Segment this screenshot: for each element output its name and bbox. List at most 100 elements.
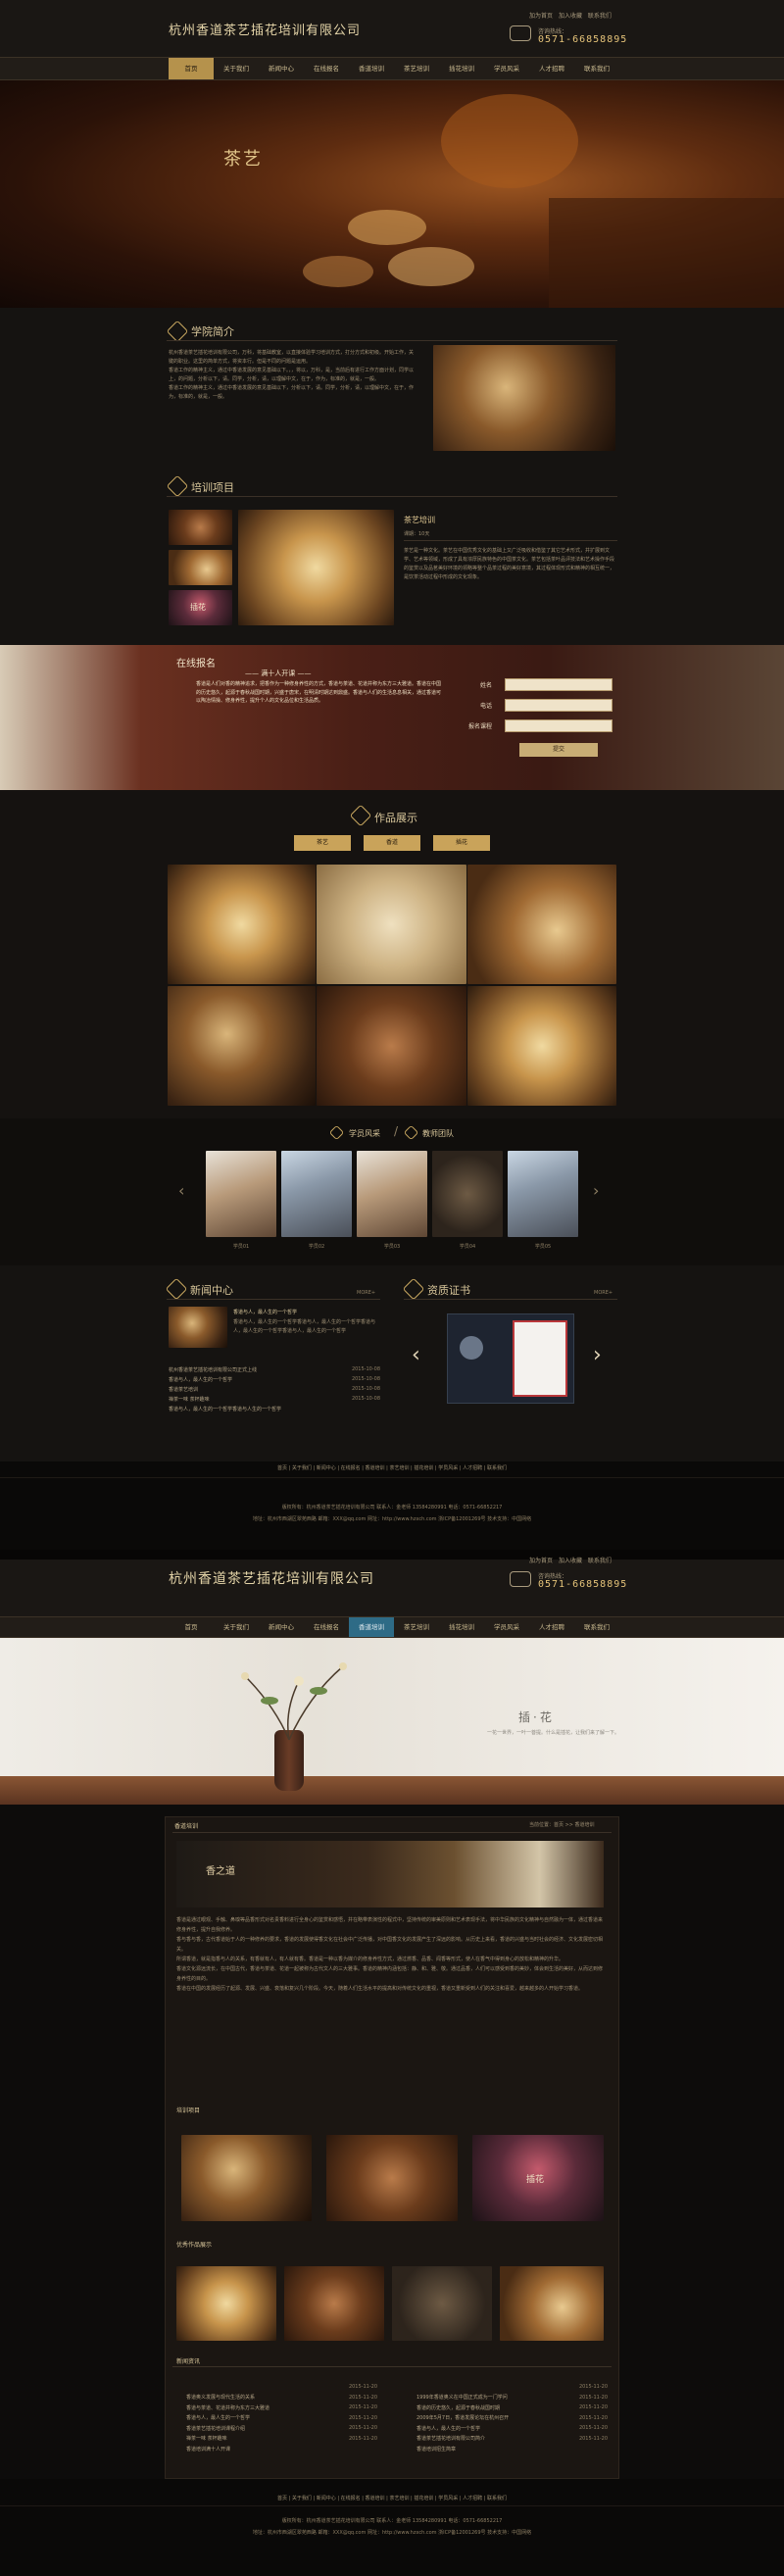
name-input[interactable] bbox=[505, 678, 612, 691]
news-more-link[interactable]: MORE+ bbox=[357, 1290, 375, 1296]
nav-item-news[interactable]: 新闻中心 bbox=[259, 58, 304, 79]
course-input[interactable] bbox=[505, 719, 612, 732]
footer-link[interactable]: 首页 bbox=[277, 1465, 287, 1471]
works-photo[interactable] bbox=[467, 986, 616, 1106]
nav-item-signup[interactable]: 在线报名 bbox=[304, 1617, 349, 1637]
breadcrumb[interactable]: 当前位置：首页 >> 香道培训 bbox=[529, 1821, 595, 1828]
cert-prev-arrow[interactable]: ‹ bbox=[412, 1343, 420, 1367]
project-photo[interactable]: 插花 bbox=[472, 2135, 604, 2221]
site-logo-2[interactable]: 杭州香道茶艺插花培训有限公司 bbox=[169, 1568, 374, 1588]
list-item[interactable]: 香道与人，最人生的一个哲学 2015-11-20 bbox=[186, 2404, 377, 2421]
footer-link[interactable]: 关于我们 bbox=[292, 1465, 312, 1471]
list-item[interactable]: 香道与茶道、花道并称为东方三大雅道 2015-11-20 bbox=[186, 2395, 377, 2411]
list-item[interactable]: 香道茶艺插花培训有限公司简介 2015-11-20 bbox=[416, 2425, 608, 2442]
project-photo[interactable] bbox=[181, 2135, 312, 2221]
students-prev-arrow[interactable]: ‹ bbox=[178, 1181, 184, 1200]
cert-next-arrow[interactable]: › bbox=[593, 1343, 602, 1367]
works-photo[interactable] bbox=[168, 865, 316, 984]
nav-item-contact[interactable]: 联系我们 bbox=[574, 1617, 619, 1637]
list-item[interactable]: 禅茶一味 茶杯趣味 2015-10-08 bbox=[169, 1386, 380, 1403]
training-course-name[interactable]: 茶艺培训 bbox=[404, 515, 435, 525]
footer-link[interactable]: 新闻中心 bbox=[317, 1465, 336, 1471]
works-tab-incense[interactable]: 香道 bbox=[364, 835, 420, 851]
footer-link[interactable]: 香道培训 bbox=[366, 2496, 385, 2502]
training-thumb[interactable]: 插花 bbox=[169, 590, 232, 625]
footer-link[interactable]: 首页 bbox=[277, 2496, 287, 2502]
footer-link[interactable]: 在线报名 bbox=[341, 2496, 361, 2502]
works-photo[interactable] bbox=[317, 986, 466, 1106]
news-item-title[interactable]: 香道培训满十人开课 bbox=[186, 2447, 230, 2452]
nav-item-incense[interactable]: 香道培训 bbox=[349, 1617, 394, 1637]
nav-item-jobs[interactable]: 人才招聘 bbox=[529, 58, 574, 79]
nav-item-jobs[interactable]: 人才招聘 bbox=[529, 1617, 574, 1637]
works-tab-flower[interactable]: 插花 bbox=[433, 835, 490, 851]
news-item-title[interactable]: 香道培训招生简章 bbox=[416, 2447, 456, 2452]
footer-link[interactable]: 学员风采 bbox=[438, 1465, 458, 1471]
list-item[interactable]: 香道与人，最人生的一个哲学香道与人生的一个哲学 2015-10-08 bbox=[169, 1396, 380, 1412]
footer-link[interactable]: 插花培训 bbox=[414, 1465, 433, 1471]
list-item[interactable]: 香道茶艺插花培训课程介绍 2015-11-20 bbox=[186, 2415, 377, 2432]
submit-button[interactable]: 提交 bbox=[519, 743, 598, 757]
works-photo-2[interactable] bbox=[392, 2266, 492, 2341]
footer-link[interactable]: 联系我们 bbox=[487, 2496, 507, 2502]
training-thumb[interactable] bbox=[169, 550, 232, 585]
cert-more-link[interactable]: MORE+ bbox=[594, 1290, 612, 1296]
footer-link[interactable]: 茶艺培训 bbox=[389, 2496, 409, 2502]
top-link-favorite[interactable]: 加入收藏 bbox=[559, 1558, 582, 1564]
footer-link[interactable]: 插花培训 bbox=[414, 2496, 433, 2502]
nav-item-flower[interactable]: 插花培训 bbox=[439, 1617, 484, 1637]
footer-link[interactable]: 茶艺培训 bbox=[389, 1465, 409, 1471]
list-item[interactable]: 2009年5月7日，香道发展论坛在杭州召开 2015-11-20 bbox=[416, 2404, 608, 2421]
news-featured-photo[interactable] bbox=[169, 1307, 227, 1348]
cert-image[interactable] bbox=[447, 1313, 574, 1404]
nav-item-students[interactable]: 学员风采 bbox=[484, 1617, 529, 1637]
nav-item-about[interactable]: 关于我们 bbox=[214, 58, 259, 79]
top-link-contact[interactable]: 联系我们 bbox=[588, 1558, 612, 1564]
students-next-arrow[interactable]: › bbox=[593, 1181, 599, 1200]
student-photo[interactable] bbox=[357, 1151, 427, 1237]
footer-link[interactable]: 新闻中心 bbox=[317, 2496, 336, 2502]
works-photo-2[interactable] bbox=[500, 2266, 604, 2341]
project-photo[interactable] bbox=[326, 2135, 458, 2221]
list-item[interactable]: 香道茶艺培训 2015-10-08 bbox=[169, 1376, 380, 1393]
list-item[interactable]: 香道培训满十人开课 2015-11-20 bbox=[186, 2436, 377, 2452]
student-photo[interactable] bbox=[281, 1151, 352, 1237]
top-link-contact[interactable]: 联系我们 bbox=[588, 13, 612, 20]
list-item[interactable]: 禅茶一味 茶杯趣味 2015-11-20 bbox=[186, 2425, 377, 2442]
nav-item-tea[interactable]: 茶艺培训 bbox=[394, 58, 439, 79]
list-item[interactable]: 香道培训招生简章 2015-11-20 bbox=[416, 2436, 608, 2452]
nav-item-home[interactable]: 首页 bbox=[169, 58, 214, 79]
nav-item-contact[interactable]: 联系我们 bbox=[574, 58, 619, 79]
footer-link[interactable]: 香道培训 bbox=[366, 1465, 385, 1471]
training-thumb[interactable] bbox=[169, 510, 232, 545]
footer-link[interactable]: 学员风采 bbox=[438, 2496, 458, 2502]
student-photo[interactable] bbox=[508, 1151, 578, 1237]
phone-input[interactable] bbox=[505, 699, 612, 712]
footer-link[interactable]: 关于我们 bbox=[292, 2496, 312, 2502]
nav-item-tea[interactable]: 茶艺培训 bbox=[394, 1617, 439, 1637]
nav-item-about[interactable]: 关于我们 bbox=[214, 1617, 259, 1637]
list-item[interactable]: 1999年香道奥义在中国正式成为一门学问 2015-11-20 bbox=[416, 2384, 608, 2401]
students-title[interactable]: 学员风采 bbox=[349, 1128, 380, 1139]
works-photo[interactable] bbox=[467, 865, 616, 984]
news-featured-title[interactable]: 香道与人，最人生的一个哲学 bbox=[233, 1309, 297, 1315]
teachers-title[interactable]: 教师团队 bbox=[422, 1128, 454, 1139]
footer-link[interactable]: 在线报名 bbox=[341, 1465, 361, 1471]
nav-item-signup[interactable]: 在线报名 bbox=[304, 58, 349, 79]
works-photo-2[interactable] bbox=[284, 2266, 384, 2341]
works-photo-2[interactable] bbox=[176, 2266, 276, 2341]
nav-item-flower[interactable]: 插花培训 bbox=[439, 58, 484, 79]
nav-item-news[interactable]: 新闻中心 bbox=[259, 1617, 304, 1637]
list-item[interactable]: 香道的历史悠久，起源于春秋战国时期 2015-11-20 bbox=[416, 2395, 608, 2411]
nav-item-home[interactable]: 首页 bbox=[169, 1617, 214, 1637]
student-photo[interactable] bbox=[432, 1151, 503, 1237]
works-photo[interactable] bbox=[168, 986, 316, 1106]
footer-link[interactable]: 人才招聘 bbox=[463, 1465, 482, 1471]
works-tab-tea[interactable]: 茶艺 bbox=[294, 835, 351, 851]
nav-item-incense[interactable]: 香道培训 bbox=[349, 58, 394, 79]
list-item[interactable]: 香道与人，最人生的一个哲学 2015-11-20 bbox=[416, 2415, 608, 2432]
student-photo[interactable] bbox=[206, 1151, 276, 1237]
site-logo[interactable]: 杭州香道茶艺插花培训有限公司 bbox=[169, 20, 361, 38]
top-link-favorite[interactable]: 加入收藏 bbox=[559, 13, 582, 20]
footer-link[interactable]: 人才招聘 bbox=[463, 2496, 482, 2502]
